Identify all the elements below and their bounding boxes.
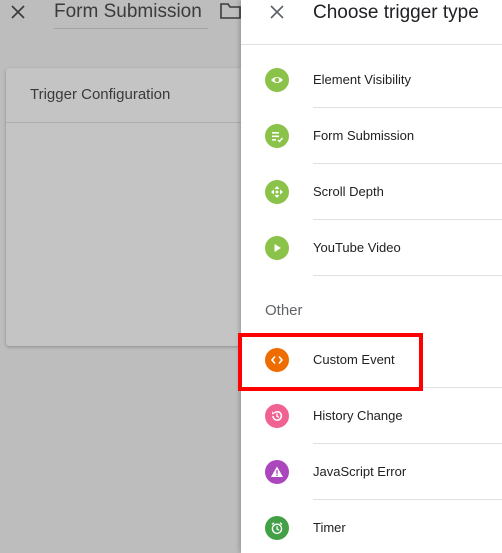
trigger-item-custom-event[interactable]: Custom Event <box>241 332 502 388</box>
trigger-item-label: Scroll Depth <box>313 184 384 199</box>
divider <box>313 275 502 276</box>
trigger-name-field[interactable]: Form Submission <box>54 0 208 29</box>
card-divider <box>6 122 256 123</box>
timer-icon <box>265 516 289 540</box>
trigger-item-youtube-video[interactable]: YouTube Video <box>241 220 502 276</box>
trigger-item-javascript-error[interactable]: JavaScript Error <box>241 444 502 500</box>
history-icon <box>265 404 289 428</box>
trigger-item-form-submission[interactable]: Form Submission <box>241 108 502 164</box>
trigger-item-label: JavaScript Error <box>313 464 407 479</box>
eye-icon <box>265 68 289 92</box>
trigger-item-label: History Change <box>313 408 403 423</box>
section-other-heading: Other <box>265 302 303 319</box>
trigger-item-label: Form Submission <box>313 128 415 143</box>
warning-icon <box>265 460 289 484</box>
trigger-configuration-card: Trigger Configuration <box>6 68 256 346</box>
panel-close-icon[interactable] <box>267 2 287 22</box>
trigger-item-history-change[interactable]: History Change <box>241 388 502 444</box>
trigger-item-element-visibility[interactable]: Element Visibility <box>241 52 502 108</box>
trigger-item-scroll-depth[interactable]: Scroll Depth <box>241 164 502 220</box>
scroll-icon <box>265 180 289 204</box>
play-icon <box>265 236 289 260</box>
editor-close-icon[interactable] <box>8 2 28 22</box>
panel-header: Choose trigger type <box>241 0 502 45</box>
trigger-item-timer[interactable]: Timer <box>241 500 502 553</box>
folder-icon[interactable] <box>220 2 242 20</box>
choose-trigger-panel: Choose trigger type Element Visibility F… <box>241 0 502 553</box>
trigger-item-label: Timer <box>313 520 346 535</box>
panel-title: Choose trigger type <box>313 2 479 23</box>
trigger-item-label: Element Visibility <box>313 72 412 87</box>
code-icon <box>265 348 289 372</box>
trigger-item-label: Custom Event <box>313 352 395 367</box>
app-root: Form Submission Trigger Configuration Ch… <box>0 0 502 553</box>
card-title: Trigger Configuration <box>30 86 171 103</box>
trigger-item-label: YouTube Video <box>313 240 401 255</box>
form-icon <box>265 124 289 148</box>
